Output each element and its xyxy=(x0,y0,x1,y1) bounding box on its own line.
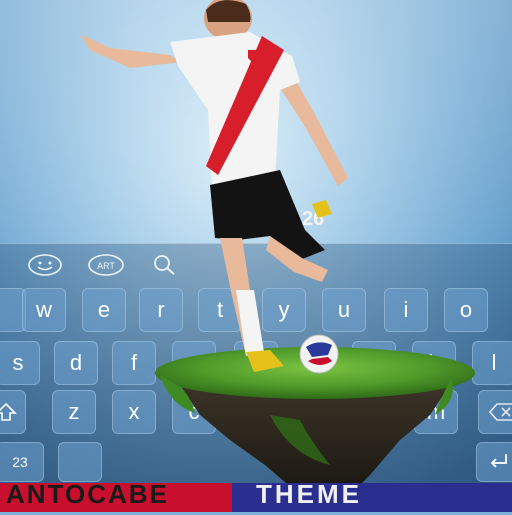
enter-icon xyxy=(490,454,507,468)
emoji-icon[interactable] xyxy=(26,252,64,278)
backspace-icon xyxy=(489,403,512,421)
shift-key[interactable] xyxy=(0,390,26,434)
theme-title-banner: ANTOCABE THEME xyxy=(0,483,512,512)
banner-left-text: ANTOCABE xyxy=(6,483,169,509)
key-z[interactable]: z xyxy=(52,390,96,434)
shift-icon xyxy=(0,402,17,421)
enter-key[interactable] xyxy=(476,442,512,482)
comma-key[interactable] xyxy=(58,442,102,482)
football-player-image: 26 xyxy=(80,0,348,372)
key-s[interactable]: s xyxy=(0,341,40,385)
key-i[interactable]: i xyxy=(384,288,428,332)
banner-right: THEME xyxy=(232,483,512,512)
numbers-key[interactable]: 23 xyxy=(0,442,44,482)
key-w[interactable]: w xyxy=(22,288,66,332)
soccer-ball-image xyxy=(299,334,339,374)
banner-left: ANTOCABE xyxy=(0,483,232,512)
key-o[interactable]: o xyxy=(444,288,488,332)
banner-right-text: THEME xyxy=(256,483,362,509)
backspace-key[interactable] xyxy=(478,390,512,434)
